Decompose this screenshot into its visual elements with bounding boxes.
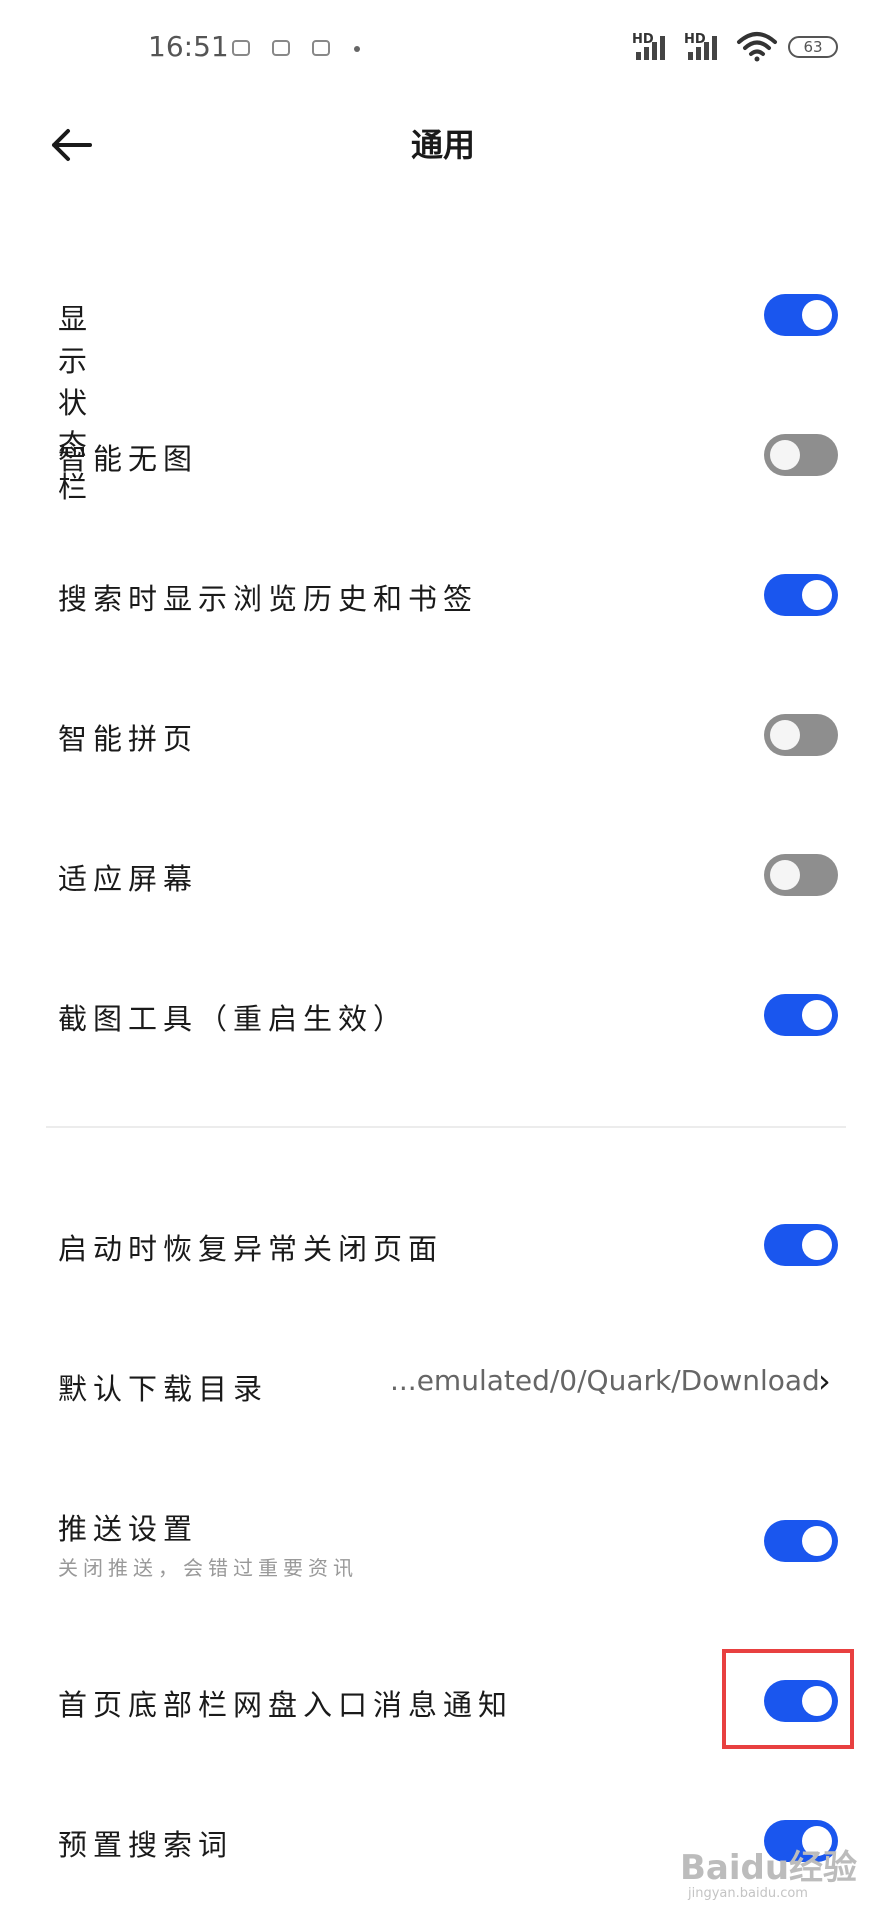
- wifi-icon: [736, 30, 778, 66]
- restore-pages-toggle[interactable]: [764, 1224, 838, 1266]
- setting-label: 智能拼页: [58, 722, 199, 756]
- watermark-logo: Baidu经验: [680, 1848, 858, 1888]
- search-history-bookmarks-toggle[interactable]: [764, 574, 838, 616]
- notification-icon: [232, 40, 250, 56]
- hd-label: HD: [632, 32, 654, 47]
- status-time: 16:51: [148, 30, 229, 63]
- status-bar: 16:51 HD HD 63: [0, 0, 886, 100]
- download-path-value[interactable]: ...emulated/0/Quark/Download: [390, 1364, 820, 1397]
- setting-label: 截图工具（重启生效）: [58, 1002, 409, 1036]
- signal-icon: HD: [684, 32, 724, 66]
- highlight-box: [722, 1649, 854, 1749]
- watermark-url: jingyan.baidu.com: [688, 1886, 808, 1901]
- smart-no-image-toggle[interactable]: [764, 434, 838, 476]
- signal-icon: HD: [632, 32, 672, 66]
- push-settings-toggle[interactable]: [764, 1520, 838, 1562]
- setting-label: 默认下载目录: [58, 1372, 269, 1406]
- screenshot-tool-toggle[interactable]: [764, 994, 838, 1036]
- chevron-right-icon[interactable]: ›: [818, 1362, 831, 1400]
- notification-icon: [312, 40, 330, 56]
- setting-sublabel: 关闭推送，会错过重要资讯: [58, 1556, 358, 1580]
- setting-label: 启动时恢复异常关闭页面: [58, 1232, 444, 1266]
- setting-label: 智能无图: [58, 442, 199, 476]
- arrow-left-icon: [52, 129, 92, 161]
- dot-icon: [354, 46, 360, 52]
- fit-screen-toggle[interactable]: [764, 854, 838, 896]
- hd-label: HD: [684, 32, 706, 47]
- setting-label: 适应屏幕: [58, 862, 199, 896]
- notification-icon: [272, 40, 290, 56]
- setting-label: 首页底部栏网盘入口消息通知: [58, 1688, 514, 1722]
- show-status-bar-toggle[interactable]: [764, 294, 838, 336]
- setting-label: 预置搜索词: [58, 1828, 234, 1862]
- page-title: 通用: [410, 126, 475, 164]
- setting-label: 搜索时显示浏览历史和书签: [58, 582, 479, 616]
- smart-page-join-toggle[interactable]: [764, 714, 838, 756]
- back-button[interactable]: [46, 120, 96, 170]
- section-divider: [46, 1126, 846, 1128]
- setting-label: 推送设置: [58, 1512, 199, 1546]
- battery-icon: 63: [788, 36, 838, 58]
